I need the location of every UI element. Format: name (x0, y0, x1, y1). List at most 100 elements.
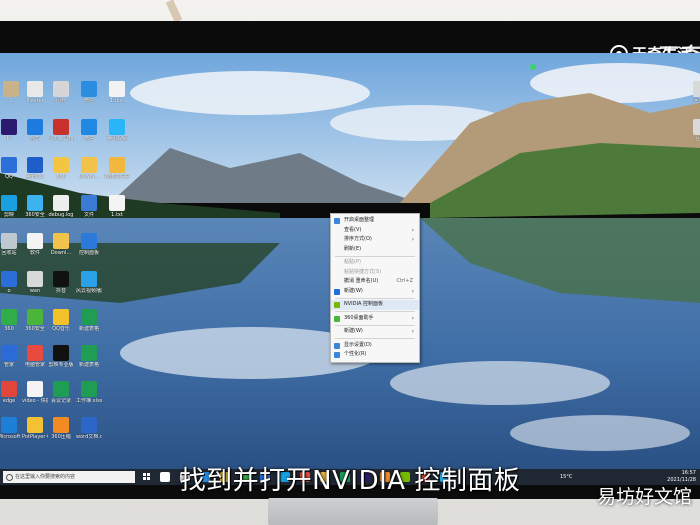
desktop-icon[interactable]: o (0, 271, 22, 294)
desktop-icon[interactable]: 回收站 (0, 233, 22, 256)
desktop-icon[interactable]: Downl... (76, 157, 102, 180)
desktop-icon[interactable]: 文件 (76, 195, 102, 218)
menu-item[interactable]: 新建(W) › (331, 287, 419, 297)
desktop-icon-label: 图标 (55, 98, 66, 104)
desktop-icon[interactable]: 电脑管家 (22, 345, 48, 368)
desktop-icon[interactable]: 回收站 (688, 81, 700, 104)
desktop-icon-label: QQ音乐 (52, 326, 70, 332)
desktop-icon[interactable]: 360安全 (22, 195, 48, 218)
desktop-icon[interactable]: 360压缩 (48, 417, 74, 440)
desktop-icon[interactable]: 360 (48, 157, 74, 180)
menu-item: 粘贴快捷方式(S) (331, 268, 419, 278)
desktop-icon[interactable]: 腾讯视频 (104, 119, 130, 142)
desktop-icon[interactable]: 小丸工具箱 (48, 119, 74, 142)
menu-item-label: 个性化(R) (344, 351, 367, 357)
menu-separator (335, 311, 415, 312)
desktop-icon[interactable]: 管家 (0, 345, 22, 368)
desktop-icon[interactable]: wan (22, 271, 48, 294)
desktop-icon-label: edge (2, 398, 16, 404)
desktop-icon-label: 360安全 (25, 212, 45, 218)
desktop-icon[interactable]: 1.doc (104, 81, 130, 104)
desktop-icon-label: 回收站 (693, 98, 700, 104)
desktop-icon-label: 360压缩 (51, 434, 71, 440)
desktop-icon[interactable]: Microsoft (0, 417, 22, 440)
desktop-icon-label: 回收站 (1, 250, 17, 256)
menu-item[interactable]: 查看(V) › (331, 226, 419, 236)
desktop-icon[interactable]: video - 快捷方式 (22, 381, 48, 404)
app-icon (81, 233, 97, 249)
desktop-icon[interactable]: 抖音 (48, 271, 74, 294)
app-icon (53, 381, 69, 397)
desktop-icon[interactable]: debug.log (48, 195, 74, 218)
menu-item-icon (334, 352, 340, 358)
desktop-icon[interactable]: PotPlayer 64 bit (22, 417, 48, 440)
desktop-icon[interactable]: word文档.docx (76, 417, 102, 440)
desktop-icon-label: Downl... (78, 174, 100, 180)
desktop-icon[interactable]: 图标 (688, 119, 700, 142)
desktop-icon[interactable]: 腾讯QQ (22, 157, 48, 180)
menu-item[interactable]: 撤消 重命名(U) Ctrl+Z (331, 277, 419, 287)
menu-item[interactable]: 刷新(E) (331, 245, 419, 255)
app-icon (27, 309, 43, 325)
desktop-icon-label: 控制面板 (78, 250, 99, 256)
app-icon (53, 233, 69, 249)
menu-item[interactable]: 开启桌面整理 (331, 216, 419, 226)
desktop-icon[interactable]: 工作簿.xlsx (76, 381, 102, 404)
menu-item[interactable]: 新建(W) › (331, 327, 419, 337)
desktop-icon[interactable]: 剪映 (0, 195, 22, 218)
app-icon (53, 81, 69, 97)
menu-separator (335, 297, 415, 299)
desktop-icon[interactable]: edge (0, 381, 22, 404)
desktop-icon[interactable]: 360 (0, 309, 22, 332)
desktop-screen[interactable]: 1 Plaster 图标 微信 1.doc Pr 蓝鸟 小丸工具箱 微信 腾讯视频 QQ 腾讯QQ 36… (0, 53, 700, 485)
app-icon (81, 81, 97, 97)
desktop-icon[interactable]: Pr (0, 119, 22, 142)
desktop-icon-label: 1.txt (111, 212, 123, 218)
menu-item[interactable]: 360桌面助手 › (331, 314, 419, 324)
desktop-icon[interactable]: 图标 (48, 81, 74, 104)
menu-item[interactable]: 个性化(R) (331, 350, 419, 360)
desktop-icon-label: 会议记录 (50, 398, 71, 404)
menu-separator (335, 255, 415, 257)
desktop-icon-label: 微信 (83, 136, 94, 142)
desktop-icon-label: 360 (4, 326, 14, 332)
desktop-icon-label: 软件 (29, 250, 40, 256)
app-icon (1, 233, 17, 249)
menu-separator (335, 338, 415, 339)
app-icon (27, 157, 43, 173)
app-icon (81, 345, 97, 361)
menu-item-label: 排序方式(O) (344, 236, 372, 242)
desktop-icon[interactable]: Downl... (48, 233, 74, 256)
app-icon (53, 345, 69, 361)
desktop-icon-label: 工作簿.xlsx (76, 398, 102, 404)
desktop-icon-label: 剪映 (3, 212, 14, 218)
app-icon (693, 119, 700, 135)
desktop-icon[interactable]: 控制面板 (76, 233, 102, 256)
app-icon (27, 233, 43, 249)
desktop-icon-label: 新建表格 (78, 362, 99, 368)
desktop-icon[interactable]: 剪映专业版 (48, 345, 74, 368)
menu-item[interactable]: 显示设置(D) (331, 341, 419, 351)
app-icon (27, 195, 43, 211)
menu-item[interactable]: 排序方式(O) › (331, 235, 419, 245)
monitor-bezel: 天奇生活 天奇 (0, 21, 700, 499)
desktop-icon[interactable]: QQ (0, 157, 22, 180)
desktop-icon[interactable]: 1 (0, 81, 24, 104)
app-icon (1, 417, 17, 433)
desktop-icon[interactable]: 软件 (22, 233, 48, 256)
desktop-icon[interactable]: 新建文件夹 (104, 157, 130, 180)
desktop-icon[interactable]: Plaster (22, 81, 48, 104)
desktop-icon[interactable]: 新建表格 (76, 309, 102, 332)
desktop-icon[interactable]: 1.txt (104, 195, 130, 218)
desktop-icon[interactable]: 会议记录 (48, 381, 74, 404)
desktop-icon[interactable]: 新建表格 (76, 345, 102, 368)
desktop-icon[interactable]: 蓝鸟 (22, 119, 48, 142)
desktop-icon[interactable]: 微信 (76, 81, 102, 104)
desktop-icon[interactable]: QQ音乐 (48, 309, 74, 332)
desktop-icon[interactable]: 风云视频播放 (76, 271, 102, 294)
app-icon (1, 345, 17, 361)
desktop-icon-label: debug.log (48, 212, 74, 218)
desktop-icon[interactable]: 微信 (76, 119, 102, 142)
menu-item-nvidia-control-panel[interactable]: NVIDIA 控制面板 (331, 300, 419, 310)
desktop-icon[interactable]: 360安全 (22, 309, 48, 332)
